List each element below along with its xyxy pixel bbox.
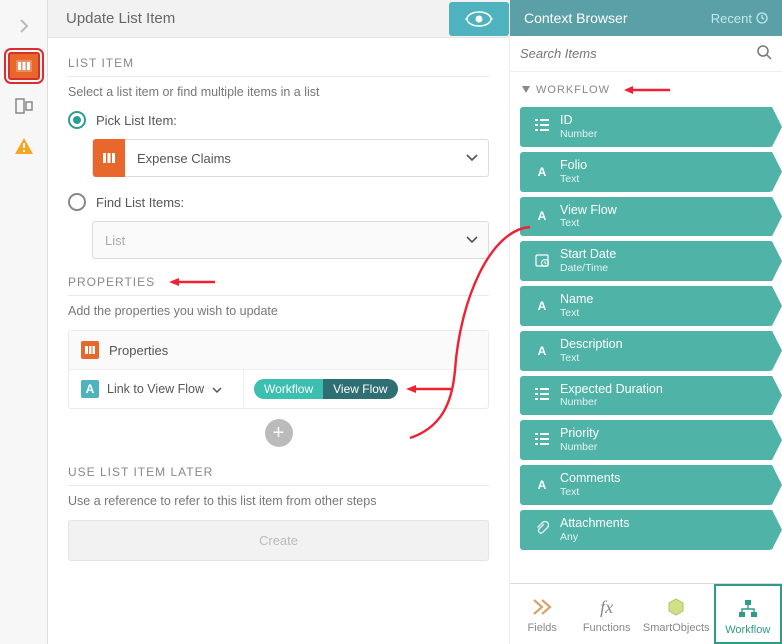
properties-section-sub: Add the properties you wish to update <box>68 304 489 318</box>
chevron-down-icon <box>456 236 488 244</box>
list-item-section-sub: Select a list item or find multiple item… <box>68 85 489 99</box>
context-node-attachments[interactable]: AttachmentsAny <box>520 510 772 550</box>
context-title: Context Browser <box>524 10 703 26</box>
smartobjects-icon <box>643 594 710 620</box>
tree-workflow-header[interactable]: WORKFLOW <box>520 78 772 102</box>
tab-workflow[interactable]: Workflow <box>714 584 782 644</box>
context-node-folio[interactable]: AFolioText <box>520 152 772 192</box>
property-field-label: Link to View Flow <box>107 382 204 396</box>
rail-warning-icon[interactable] <box>6 130 42 162</box>
add-property-button[interactable]: + <box>265 419 293 447</box>
chevron-down-icon <box>212 382 222 397</box>
main-panel: Update List Item LIST ITEM Select a list… <box>48 0 510 644</box>
annotation-arrow-viewflow <box>404 383 454 395</box>
pick-list-item-label: Pick List Item: <box>96 113 177 128</box>
properties-head-icon <box>81 341 99 359</box>
context-node-name[interactable]: ANameText <box>520 286 772 326</box>
pick-list-item-radio[interactable] <box>68 111 86 129</box>
context-node-start-date[interactable]: Start DateDate/Time <box>520 241 772 281</box>
tab-functions[interactable]: fx Functions <box>574 584 638 644</box>
pick-list-item-value: Expense Claims <box>125 151 456 166</box>
find-list-items-select[interactable]: List <box>92 221 489 259</box>
fields-icon <box>514 594 570 620</box>
tab-smartobjects[interactable]: SmartObjects <box>639 584 714 644</box>
properties-box: Properties A Link to View Flow Workflow … <box>68 330 489 409</box>
workflow-icon <box>720 596 776 622</box>
token-pill-workflow[interactable]: Workflow <box>254 379 323 399</box>
find-list-items-label: Find List Items: <box>96 195 184 210</box>
search-input[interactable] <box>520 46 756 61</box>
preview-button[interactable] <box>449 2 509 36</box>
annotation-arrow-workflow <box>624 85 672 95</box>
search-icon[interactable] <box>756 44 772 63</box>
context-node-view-flow[interactable]: AView FlowText <box>520 197 772 237</box>
functions-icon: fx <box>578 594 634 620</box>
use-later-section-title: USE LIST ITEM LATER <box>68 465 489 486</box>
page-title: Update List Item <box>66 10 175 27</box>
annotation-arrow-properties <box>169 276 217 288</box>
token-pill-viewflow[interactable]: View Flow <box>323 379 397 399</box>
properties-head-label: Properties <box>109 343 168 358</box>
context-node-id[interactable]: IDNumber <box>520 107 772 147</box>
recent-link[interactable]: Recent <box>711 11 768 26</box>
context-node-expected-duration[interactable]: Expected DurationNumber <box>520 376 772 416</box>
left-rail <box>0 0 48 644</box>
chevron-down-icon <box>456 154 488 162</box>
properties-section-title: PROPERTIES <box>68 275 489 296</box>
context-node-comments[interactable]: ACommentsText <box>520 465 772 505</box>
text-type-icon: A <box>81 380 99 398</box>
context-node-priority[interactable]: PriorityNumber <box>520 420 772 460</box>
find-list-items-radio[interactable] <box>68 193 86 211</box>
pick-list-item-select[interactable]: Expense Claims <box>92 139 489 177</box>
rail-selected-step[interactable] <box>6 50 42 82</box>
context-node-description[interactable]: ADescriptionText <box>520 331 772 371</box>
rail-group-icon[interactable] <box>6 90 42 122</box>
context-browser: Context Browser Recent WORKFLOW IDNumber… <box>510 0 782 644</box>
create-reference-button[interactable]: Create <box>68 520 489 561</box>
use-later-section-sub: Use a reference to refer to this list it… <box>68 494 489 508</box>
list-icon <box>93 139 125 177</box>
tab-fields[interactable]: Fields <box>510 584 574 644</box>
expand-toggle[interactable] <box>6 10 42 42</box>
list-item-section-title: LIST ITEM <box>68 56 489 77</box>
property-field-selector[interactable]: A Link to View Flow <box>69 370 244 408</box>
find-list-items-placeholder: List <box>93 233 456 248</box>
property-value-dropzone[interactable]: Workflow View Flow <box>244 371 488 407</box>
